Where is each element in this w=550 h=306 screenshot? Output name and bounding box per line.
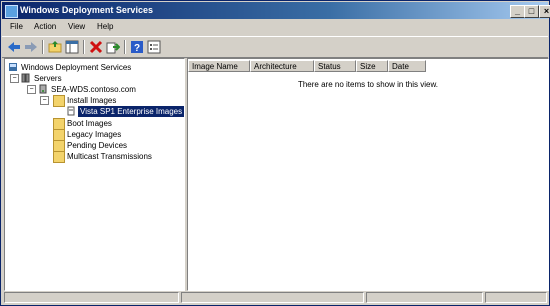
properties-icon[interactable] (147, 40, 161, 54)
tree-node-root[interactable]: Windows Deployment Services (8, 62, 178, 73)
image-group-icon (67, 106, 75, 116)
tree-node-server[interactable]: − SEA-WDS.contoso.com (8, 84, 178, 95)
back-arrow-icon[interactable] (7, 40, 21, 54)
menu-file[interactable]: File (10, 22, 23, 31)
tree-label: Legacy Images (67, 130, 122, 139)
results-list-pane[interactable]: Image Name Architecture Status Size Date… (187, 58, 549, 291)
column-header-size[interactable]: Size (356, 60, 388, 72)
window-title: Windows Deployment Services (20, 5, 153, 15)
tree-label: Pending Devices (67, 141, 128, 150)
forward-arrow-icon[interactable] (24, 40, 38, 54)
show-hide-tree-icon[interactable] (65, 40, 79, 54)
toolbar-separator (83, 40, 85, 54)
close-button[interactable]: × (539, 5, 550, 18)
tree-label: Windows Deployment Services (21, 63, 132, 72)
toolbar: ? (2, 36, 548, 58)
folder-icon (53, 151, 65, 163)
column-header-date[interactable]: Date (388, 60, 426, 72)
maximize-button[interactable]: □ (524, 5, 539, 18)
export-icon[interactable] (106, 40, 120, 54)
tree-node-image-group[interactable]: Vista SP1 Enterprise Images (8, 106, 185, 117)
column-header-status[interactable]: Status (314, 60, 356, 72)
app-window: Windows Deployment Services _ □ × File A… (0, 0, 550, 306)
menu-action[interactable]: Action (34, 22, 56, 31)
toolbar-separator (124, 40, 126, 54)
tree-label: Install Images (67, 96, 117, 105)
minimize-button[interactable]: _ (510, 5, 525, 18)
tree-label: SEA-WDS.contoso.com (51, 85, 136, 94)
server-icon (39, 84, 47, 94)
status-segment (366, 292, 483, 303)
tree-node-boot-images[interactable]: Boot Images (8, 118, 178, 130)
svg-text:?: ? (134, 43, 140, 54)
column-header-image-name[interactable]: Image Name (188, 60, 250, 72)
tree-node-install-images[interactable]: − Install Images (8, 95, 178, 107)
menu-bar: File Action View Help (2, 20, 548, 35)
toolbar-separator (42, 40, 44, 54)
tree-node-multicast[interactable]: Multicast Transmissions (8, 151, 178, 163)
column-header-architecture[interactable]: Architecture (250, 60, 314, 72)
collapse-toggle[interactable]: − (40, 96, 49, 105)
status-bar (2, 291, 548, 304)
empty-list-message: There are no items to show in this view. (297, 80, 439, 89)
servers-icon (21, 73, 30, 83)
status-segment (181, 292, 364, 303)
status-segment (4, 292, 179, 303)
wds-root-icon (9, 63, 17, 71)
console-tree-pane[interactable]: Windows Deployment Services − Servers − … (4, 58, 185, 291)
menu-help[interactable]: Help (97, 22, 113, 31)
tree-node-legacy-images[interactable]: Legacy Images (8, 129, 178, 141)
tree-node-pending-devices[interactable]: Pending Devices (8, 140, 178, 152)
status-segment (485, 292, 547, 303)
tree-label: Boot Images (67, 119, 112, 128)
menu-view[interactable]: View (68, 22, 85, 31)
up-folder-icon[interactable] (48, 40, 62, 54)
tree-label: Multicast Transmissions (67, 152, 152, 161)
tree-node-servers[interactable]: − Servers (8, 73, 178, 84)
delete-icon[interactable] (89, 40, 103, 54)
title-bar[interactable]: Windows Deployment Services _ □ × (2, 2, 550, 19)
wds-app-icon (5, 5, 18, 18)
tree-label-selected: Vista SP1 Enterprise Images (78, 106, 185, 117)
collapse-toggle[interactable]: − (27, 85, 36, 94)
collapse-toggle[interactable]: − (10, 74, 19, 83)
help-icon[interactable]: ? (130, 40, 144, 54)
tree-label: Servers (34, 74, 62, 83)
